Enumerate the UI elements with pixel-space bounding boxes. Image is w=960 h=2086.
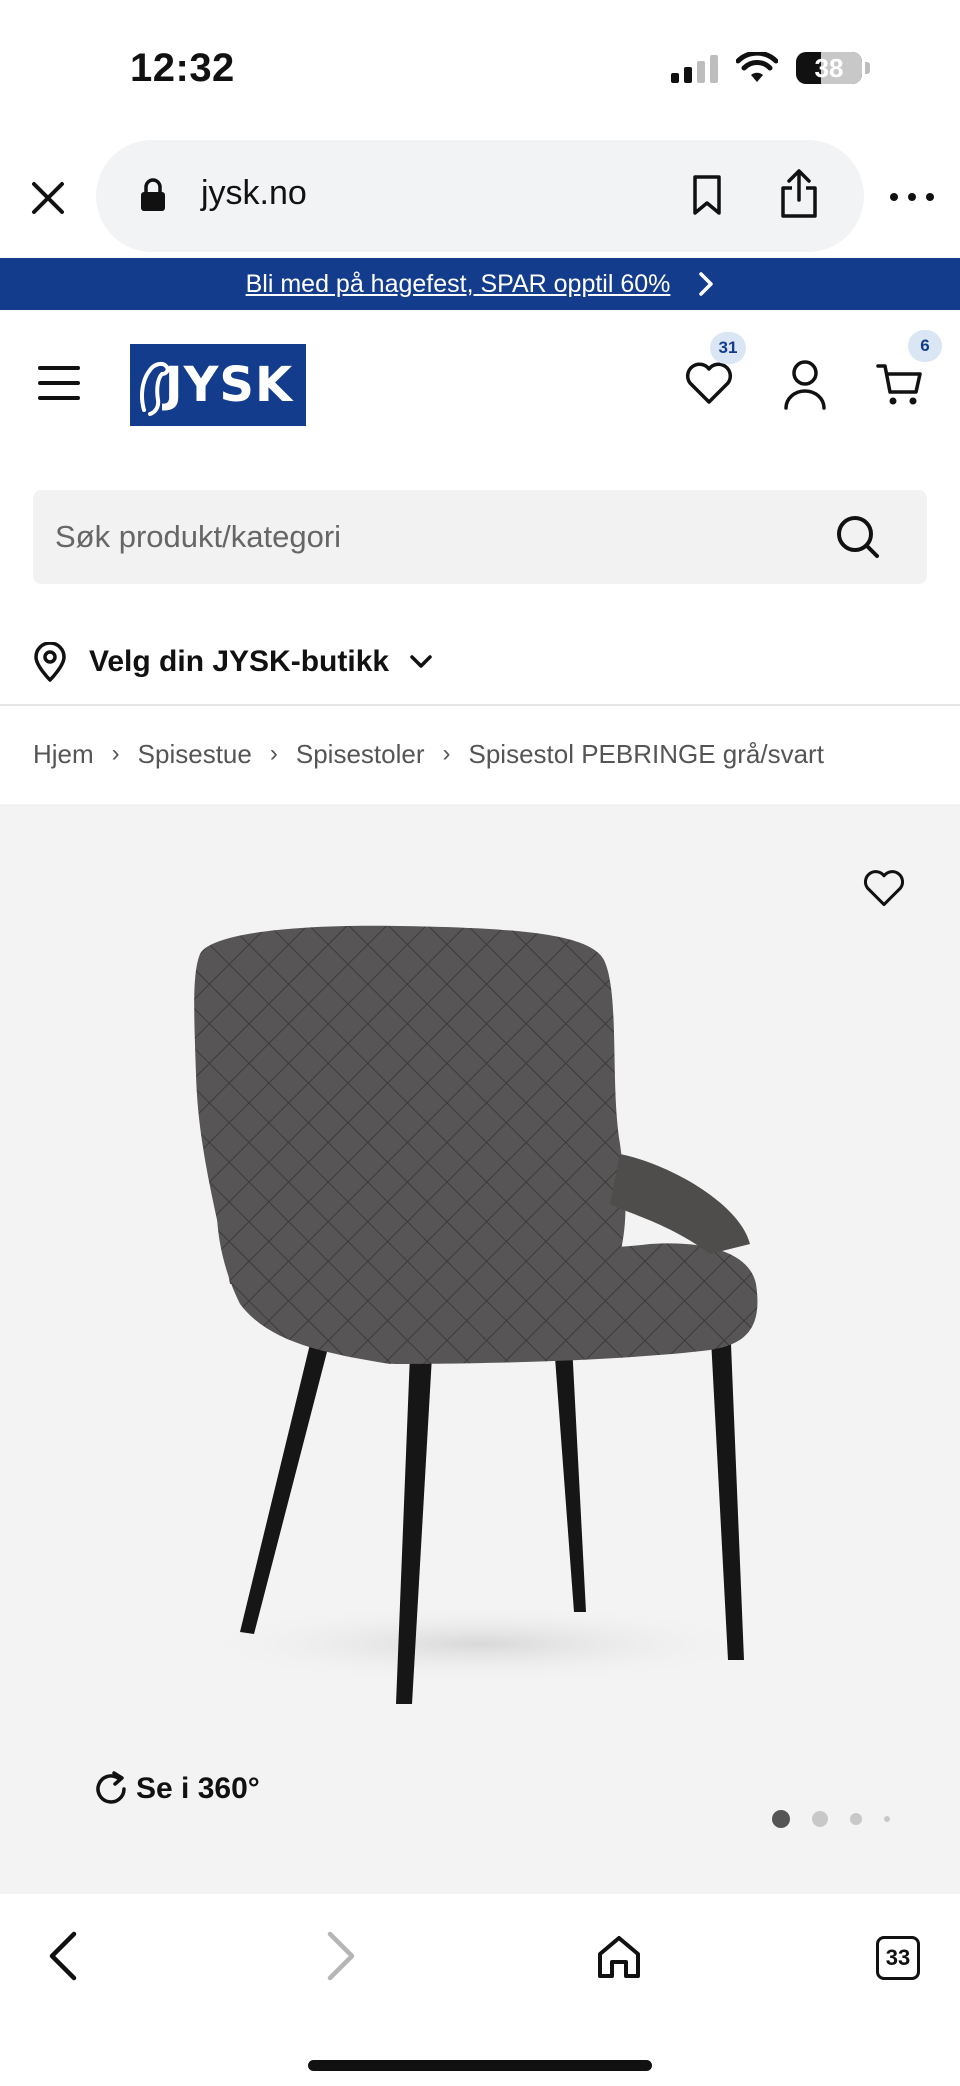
cart-icon (876, 364, 922, 405)
cart-count-badge: 6 (908, 330, 942, 362)
bird-logo-icon (140, 361, 174, 416)
store-selector-label: Velg din JYSK-butikk (89, 645, 390, 678)
view-360-label: Se i 360° (136, 1772, 260, 1805)
heart-icon (685, 362, 733, 404)
breadcrumb-item-home[interactable]: Hjem (33, 739, 94, 770)
status-time: 12:32 (130, 46, 235, 90)
tabs-count: 33 (885, 1945, 911, 1970)
breadcrumb-item-current: Spisestol PEBRINGE grå/svart (468, 738, 824, 769)
jysk-logo[interactable]: JYSK (130, 344, 306, 426)
close-browser-button[interactable] (22, 172, 74, 224)
wifi-icon (736, 52, 778, 82)
product-image-gallery[interactable]: Se i 360° (0, 804, 960, 1894)
cart-button[interactable]: 6 (876, 330, 942, 413)
add-to-wishlist-heart-icon[interactable] (862, 868, 906, 908)
product-image-chair (190, 925, 770, 1704)
breadcrumb-item-spisestue[interactable]: Spisestue (138, 739, 252, 770)
search-icon[interactable] (835, 514, 881, 560)
breadcrumb-separator-icon: › (111, 740, 120, 767)
tabs-button[interactable]: 33 (876, 1936, 920, 1980)
user-icon (784, 360, 826, 410)
bookmark-icon[interactable] (691, 174, 723, 216)
account-button[interactable] (782, 358, 828, 415)
breadcrumb-separator-icon: › (269, 740, 278, 767)
rotate-icon (96, 1771, 126, 1804)
promo-banner[interactable]: Bli med på hagefest, SPAR opptil 60% (0, 258, 960, 310)
gallery-dot[interactable] (884, 1816, 890, 1822)
home-indicator (308, 2060, 652, 2071)
gallery-dot[interactable] (772, 1810, 790, 1828)
breadcrumb-item-spisestoler[interactable]: Spisestoler (296, 739, 425, 770)
promo-link[interactable]: Bli med på hagefest, SPAR opptil 60% (246, 270, 671, 299)
store-selector[interactable]: Velg din JYSK-butikk (33, 634, 433, 690)
search-input[interactable] (55, 490, 815, 584)
site-header: JYSK 31 6 (0, 310, 960, 460)
status-indicators: 38 (671, 52, 870, 84)
browser-bottom-toolbar: 33 (0, 1894, 960, 2086)
header-divider (0, 704, 960, 706)
hamburger-menu-icon[interactable] (38, 366, 80, 400)
logo-text: JYSK (164, 357, 294, 413)
forward-arrow-icon[interactable] (320, 1930, 360, 1982)
back-arrow-icon[interactable] (44, 1930, 84, 1982)
share-icon[interactable] (778, 168, 820, 220)
search-bar (33, 490, 927, 584)
gallery-pagination-dots (772, 1810, 890, 1828)
url-field[interactable]: jysk.no (96, 140, 864, 252)
location-pin-icon (34, 642, 66, 682)
breadcrumb-separator-icon: › (442, 740, 451, 767)
battery-percent: 38 (814, 52, 844, 83)
url-text: jysk.no (201, 174, 307, 212)
chevron-down-icon (410, 655, 432, 668)
battery-icon: 38 (796, 52, 862, 84)
home-icon[interactable] (596, 1934, 642, 1980)
view-360-button[interactable]: Se i 360° (92, 1770, 260, 1808)
browser-address-bar: jysk.no (0, 140, 960, 258)
wishlist-button[interactable]: 31 (684, 332, 746, 411)
more-options-icon[interactable] (890, 182, 934, 212)
lock-icon (141, 178, 165, 211)
gallery-dot[interactable] (850, 1813, 862, 1825)
gallery-dot[interactable] (812, 1811, 828, 1827)
wishlist-count-badge: 31 (710, 332, 746, 364)
close-icon (32, 182, 64, 214)
status-bar: 12:32 38 (0, 0, 960, 140)
cellular-signal-icon (671, 53, 718, 83)
breadcrumb: Hjem › Spisestue › Spisestoler › Spisest… (33, 736, 824, 772)
chevron-right-icon (699, 272, 714, 296)
